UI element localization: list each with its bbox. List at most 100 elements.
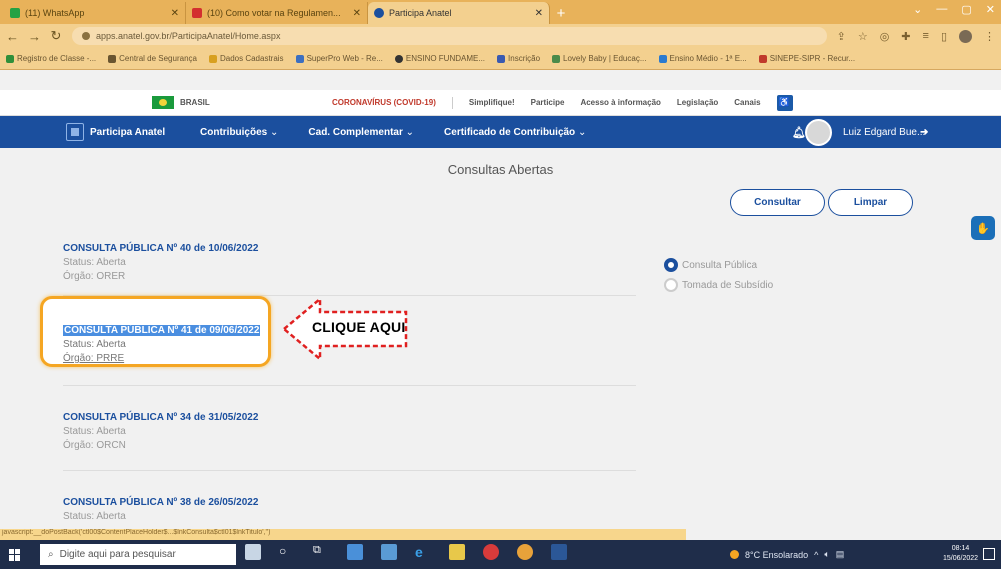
orgao-text: Órgão: ORER	[63, 271, 126, 282]
accessibility-widget-icon[interactable]: ✋	[971, 216, 995, 240]
user-name[interactable]: Luiz Edgard Bue...	[843, 127, 925, 138]
puzzle-icon[interactable]: ✚	[901, 30, 910, 43]
bookmark-icon	[295, 54, 304, 63]
divider	[63, 385, 636, 386]
taskbar-apps: ○ ⧉ e	[245, 544, 567, 560]
radio-empty-icon	[664, 278, 678, 292]
page-title: Consultas Abertas	[447, 162, 554, 177]
bookmark[interactable]: Inscrição	[497, 54, 540, 63]
back-icon[interactable]: ←	[6, 29, 19, 44]
main-menu: Contribuições Cad. Complementar Certific…	[200, 127, 586, 138]
tab-youtube[interactable]: (10) Como votar na Regulamen... ✕	[186, 2, 368, 24]
consultar-button[interactable]: Consultar	[730, 189, 825, 216]
consulta-link[interactable]: CONSULTA PÚBLICA Nº 38 de 26/05/2022	[63, 497, 633, 508]
gov-top-bar: BRASIL CORONAVÍRUS (COVID-19) Simplifiqu…	[0, 90, 1001, 116]
menu-cad-complementar[interactable]: Cad. Complementar	[308, 127, 414, 138]
bookmark-icon	[6, 54, 14, 63]
file-explorer-icon[interactable]	[449, 544, 465, 560]
clock[interactable]: 08:14 15/06/2022	[943, 544, 978, 564]
status-text: Status: Aberta	[63, 426, 126, 437]
minimize-icon[interactable]: —	[936, 3, 947, 16]
app-icon[interactable]	[483, 544, 499, 560]
chevron-up-icon[interactable]: ^	[814, 550, 818, 560]
bell-icon[interactable]: 🔔︎	[792, 126, 806, 139]
profile-avatar[interactable]	[959, 29, 972, 43]
chrome-icon[interactable]	[517, 544, 533, 560]
bookmark[interactable]: SINEPE-SIPR - Recur...	[758, 54, 855, 63]
word-icon[interactable]	[551, 544, 567, 560]
orgao-text: Órgão: ORCN	[63, 440, 126, 451]
forward-icon[interactable]: →	[28, 29, 41, 44]
news-app-icon[interactable]	[347, 544, 363, 560]
cortana-icon[interactable]: ○	[279, 544, 295, 560]
callout-text: CLIQUE AQUI	[312, 319, 406, 335]
task-view-icon[interactable]: ⧉	[313, 544, 329, 560]
brasil-link[interactable]: BRASIL	[152, 96, 210, 109]
radio-consulta-publica[interactable]: Consulta Pública	[664, 255, 773, 275]
new-tab-button[interactable]: +	[550, 2, 572, 24]
close-icon[interactable]: ✕	[171, 8, 179, 19]
edge-icon[interactable]: e	[415, 544, 431, 560]
system-tray: 8°C Ensolarado ^ 🔈︎ ▤	[730, 540, 844, 569]
user-avatar[interactable]	[805, 118, 832, 146]
status-bar-url: javascript:__doPostBack('ctl00$ContentPl…	[0, 529, 686, 540]
filter-radios: Consulta Pública Tomada de Subsídio	[664, 255, 773, 295]
network-icon[interactable]: ▤	[836, 549, 845, 560]
gov-link-canais[interactable]: Canais	[734, 98, 760, 107]
share-icon[interactable]: ⇪	[837, 30, 846, 43]
bookmark[interactable]: Lovely Baby | Educaç...	[552, 54, 647, 63]
divider	[63, 470, 636, 471]
menu-icon[interactable]: ⋮	[984, 30, 995, 43]
weather-icon	[730, 550, 739, 559]
maximize-icon[interactable]: ▢	[961, 3, 971, 16]
consulta-link[interactable]: CONSULTA PÚBLICA Nº 40 de 10/06/2022	[63, 243, 633, 254]
taskbar-search[interactable]: ⌕ Digite aqui para pesquisar	[40, 544, 236, 565]
star-icon[interactable]: ☆	[858, 30, 868, 43]
people-app-icon[interactable]	[381, 544, 397, 560]
reading-list-icon[interactable]: ≡	[923, 30, 929, 43]
gov-link-legislacao[interactable]: Legislação	[677, 98, 718, 107]
browser-tab-bar: (11) WhatsApp ✕ (10) Como votar na Regul…	[0, 0, 1001, 24]
reload-icon[interactable]: ↻	[50, 28, 62, 44]
photos-app-icon[interactable]	[245, 544, 261, 560]
notification-icon[interactable]	[983, 548, 995, 560]
bookmark[interactable]: ENSINO FUNDAME...	[394, 54, 485, 63]
chevron-down-icon[interactable]: ⌄	[913, 3, 922, 16]
bookmark[interactable]: Ensino Médio - 1ª E...	[658, 54, 747, 63]
gov-link-covid[interactable]: CORONAVÍRUS (COVID-19)	[332, 98, 436, 107]
tab-whatsapp[interactable]: (11) WhatsApp ✕	[4, 2, 186, 24]
bookmark[interactable]: Registro de Classe -...	[6, 54, 96, 63]
menu-certificado[interactable]: Certificado de Contribuição	[444, 127, 586, 138]
bookmark[interactable]: Central de Segurança	[108, 54, 197, 63]
close-icon[interactable]: ✕	[353, 8, 361, 19]
extension-icon[interactable]: ◎	[880, 30, 890, 43]
sidebar-icon[interactable]: ▯	[941, 30, 947, 43]
bookmark-icon	[108, 54, 117, 63]
menu-contribuicoes[interactable]: Contribuições	[200, 127, 278, 138]
site-logo[interactable]: Participa Anatel	[66, 123, 165, 141]
gov-link-simplifique[interactable]: Simplifique!	[469, 98, 515, 107]
gov-links: CORONAVÍRUS (COVID-19) Simplifique! Part…	[332, 94, 793, 111]
volume-icon[interactable]: 🔈︎	[824, 549, 829, 560]
limpar-button[interactable]: Limpar	[828, 189, 913, 216]
radio-tomada-subsidio[interactable]: Tomada de Subsídio	[664, 275, 773, 295]
windows-icon	[9, 548, 21, 561]
list-item: CONSULTA PÚBLICA Nº 34 de 31/05/2022 Sta…	[63, 412, 633, 451]
divider	[451, 96, 453, 109]
close-window-icon[interactable]: ✕	[986, 3, 995, 16]
start-button[interactable]	[0, 540, 30, 569]
bookmark-icon	[552, 54, 561, 63]
gov-link-acesso[interactable]: Acesso à informação	[580, 98, 660, 107]
gov-link-participe[interactable]: Participe	[531, 98, 565, 107]
bookmark[interactable]: Dados Cadastrais	[208, 54, 284, 63]
list-item: CONSULTA PÚBLICA Nº 38 de 26/05/2022 Sta…	[63, 497, 633, 522]
globe-icon	[374, 8, 384, 18]
search-icon: ⌕	[48, 549, 54, 560]
close-icon[interactable]: ✕	[535, 8, 543, 19]
bookmark[interactable]: SuperPro Web - Re...	[295, 54, 383, 63]
consulta-link[interactable]: CONSULTA PÚBLICA Nº 34 de 31/05/2022	[63, 412, 633, 423]
url-field[interactable]: apps.anatel.gov.br/ParticipaAnatel/Home.…	[72, 27, 827, 45]
accessibility-icon[interactable]: ♿	[776, 94, 793, 111]
logout-icon[interactable]: ➜	[920, 127, 928, 138]
tab-participa-anatel[interactable]: Participa Anatel ✕	[368, 2, 550, 24]
